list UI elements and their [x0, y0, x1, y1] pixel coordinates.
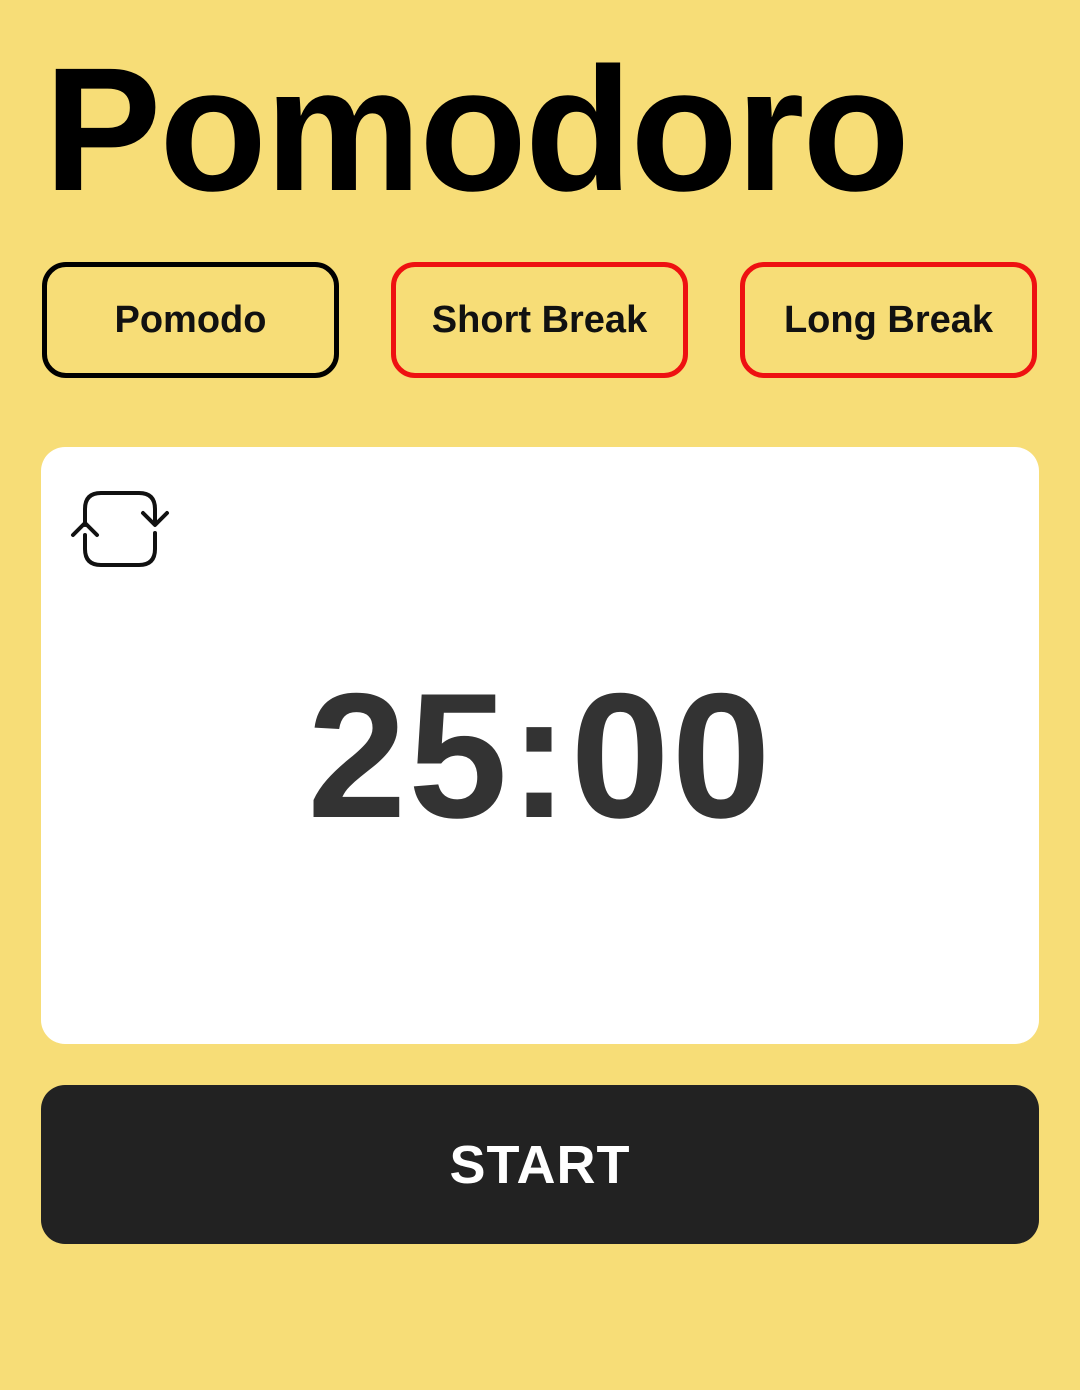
tab-pomodoro[interactable]: Pomodo — [42, 262, 339, 378]
timer-display: 25:00 — [307, 656, 773, 855]
refresh-icon[interactable] — [69, 489, 173, 569]
tab-short-break[interactable]: Short Break — [391, 262, 688, 378]
app-title: Pomodoro — [44, 32, 910, 228]
mode-tabs: Pomodo Short Break Long Break — [42, 262, 1038, 378]
timer-card: 25:00 — [41, 447, 1039, 1044]
start-button[interactable]: START — [41, 1085, 1039, 1244]
tab-long-break[interactable]: Long Break — [740, 262, 1037, 378]
